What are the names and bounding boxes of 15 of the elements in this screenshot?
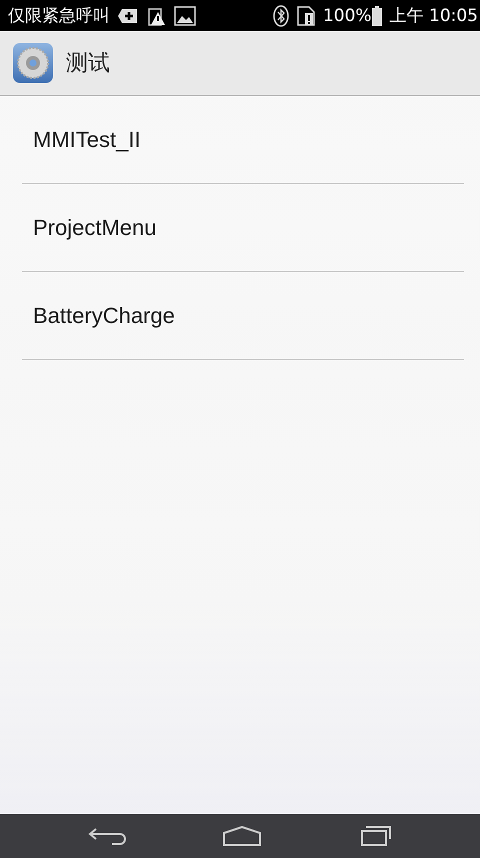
battery-warning-icon	[146, 6, 166, 26]
menu-item[interactable]: ProjectMenu	[22, 184, 464, 272]
sim-card-icon	[296, 6, 315, 26]
image-icon	[174, 6, 196, 26]
bluetooth-icon	[272, 4, 289, 26]
battery-percent: 100%	[322, 6, 372, 26]
clock-text: 上午 10:05	[390, 5, 478, 27]
menu-item[interactable]: BatteryCharge	[22, 272, 464, 360]
menu-item[interactable]: MMITest_II	[22, 96, 464, 184]
home-icon[interactable]	[222, 826, 261, 846]
carrier-text: 仅限紧急呼叫	[8, 5, 110, 27]
plus-icon	[118, 8, 138, 24]
screen-title: 测试	[66, 50, 110, 78]
battery-icon	[372, 6, 382, 26]
gear-icon[interactable]	[12, 42, 54, 84]
